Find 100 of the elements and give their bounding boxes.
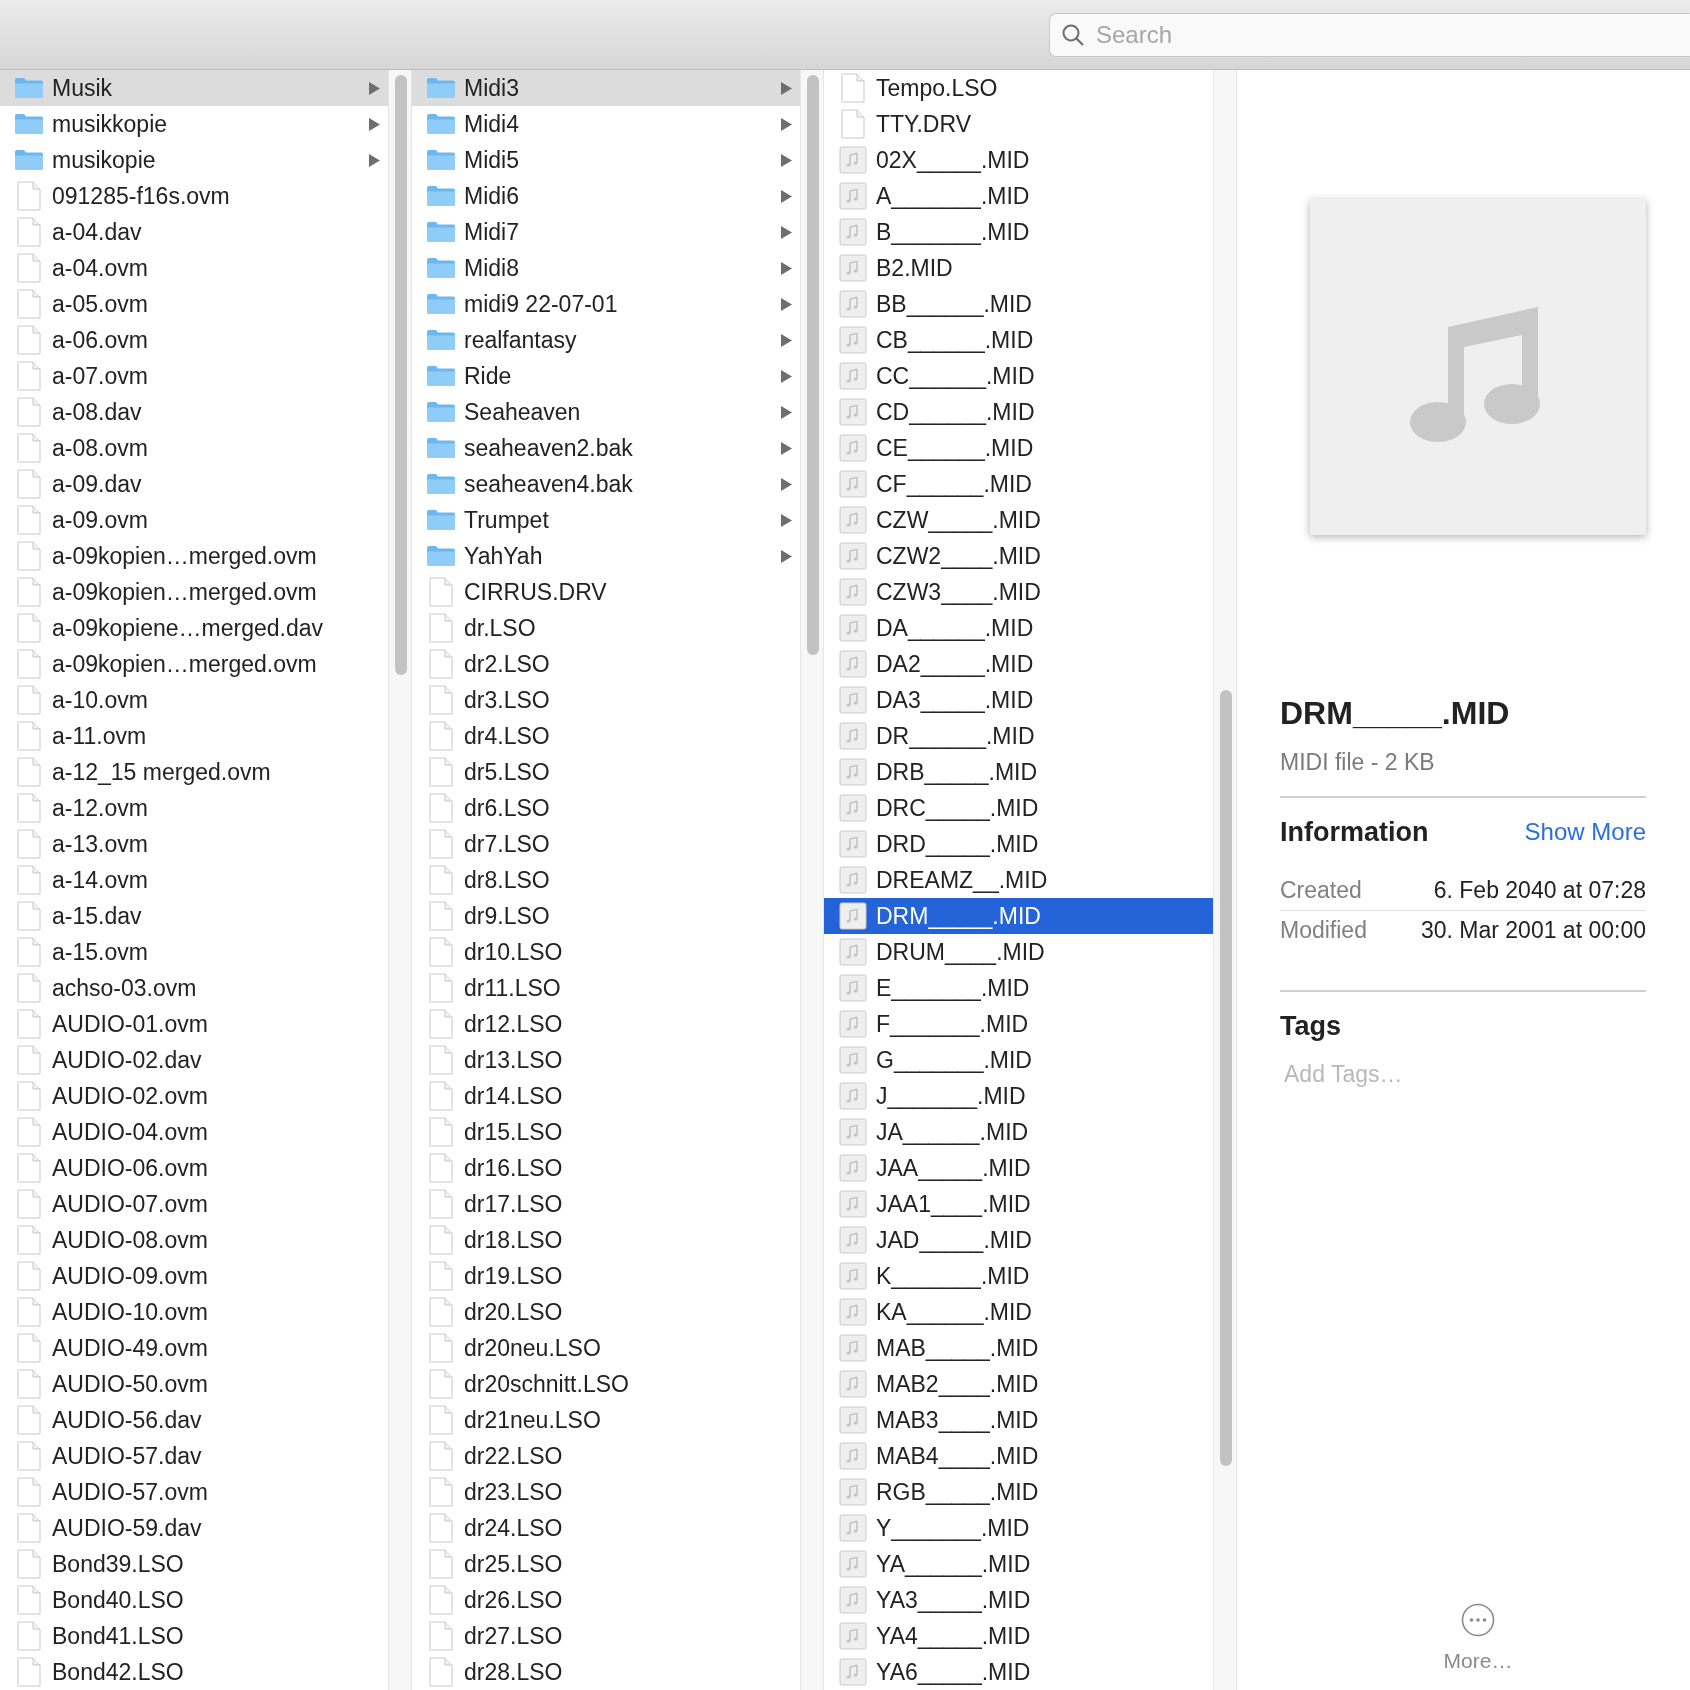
- file-list-item[interactable]: dr4.LSO: [412, 718, 800, 754]
- file-list-item[interactable]: CZW_____.MID: [824, 502, 1213, 538]
- file-list-item[interactable]: CE______.MID: [824, 430, 1213, 466]
- file-list-item[interactable]: CB______.MID: [824, 322, 1213, 358]
- file-list-item[interactable]: dr16.LSO: [412, 1150, 800, 1186]
- file-list-item[interactable]: YA6_____.MID: [824, 1654, 1213, 1690]
- file-list-item[interactable]: dr6.LSO: [412, 790, 800, 826]
- file-list-item[interactable]: a-09.ovm: [0, 502, 388, 538]
- file-list-item[interactable]: MAB3____.MID: [824, 1402, 1213, 1438]
- file-list-item[interactable]: dr20.LSO: [412, 1294, 800, 1330]
- file-list-item[interactable]: a-09kopien…merged.ovm: [0, 538, 388, 574]
- file-list-item[interactable]: AUDIO-01.ovm: [0, 1006, 388, 1042]
- file-list-item[interactable]: dr20schnitt.LSO: [412, 1366, 800, 1402]
- file-list-item[interactable]: dr18.LSO: [412, 1222, 800, 1258]
- file-list-item[interactable]: a-08.ovm: [0, 430, 388, 466]
- file-list-item[interactable]: dr19.LSO: [412, 1258, 800, 1294]
- file-list-item[interactable]: TTY.DRV: [824, 106, 1213, 142]
- file-list-item[interactable]: AUDIO-50.ovm: [0, 1366, 388, 1402]
- file-list-item[interactable]: DRC_____.MID: [824, 790, 1213, 826]
- file-list-item[interactable]: dr24.LSO: [412, 1510, 800, 1546]
- file-list-item[interactable]: CZW2____.MID: [824, 538, 1213, 574]
- file-list-item[interactable]: a-09kopien…merged.ovm: [0, 646, 388, 682]
- file-list-item[interactable]: Midi5: [412, 142, 800, 178]
- file-list-item[interactable]: AUDIO-02.ovm: [0, 1078, 388, 1114]
- scrollbar-thumb[interactable]: [395, 75, 407, 675]
- file-list-item[interactable]: J_______.MID: [824, 1078, 1213, 1114]
- file-list-item[interactable]: Midi6: [412, 178, 800, 214]
- file-list-item[interactable]: Midi4: [412, 106, 800, 142]
- file-list-item[interactable]: Bond41.LSO: [0, 1618, 388, 1654]
- file-list-item[interactable]: Trumpet: [412, 502, 800, 538]
- file-list-item[interactable]: AUDIO-06.ovm: [0, 1150, 388, 1186]
- file-list-item[interactable]: MAB_____.MID: [824, 1330, 1213, 1366]
- file-list-item[interactable]: DRM_____.MID: [824, 898, 1213, 934]
- file-list-item[interactable]: a-09kopien…merged.ovm: [0, 574, 388, 610]
- file-list-item[interactable]: dr22.LSO: [412, 1438, 800, 1474]
- file-list-item[interactable]: AUDIO-08.ovm: [0, 1222, 388, 1258]
- file-list-item[interactable]: Midi7: [412, 214, 800, 250]
- file-list-item[interactable]: Bond39.LSO: [0, 1546, 388, 1582]
- file-list-item[interactable]: AUDIO-04.ovm: [0, 1114, 388, 1150]
- file-list-item[interactable]: AUDIO-07.ovm: [0, 1186, 388, 1222]
- file-list-item[interactable]: JAD_____.MID: [824, 1222, 1213, 1258]
- file-list-item[interactable]: dr7.LSO: [412, 826, 800, 862]
- file-list-item[interactable]: Bond42.LSO: [0, 1654, 388, 1690]
- file-list-item[interactable]: DA2_____.MID: [824, 646, 1213, 682]
- file-list-item[interactable]: DA______.MID: [824, 610, 1213, 646]
- file-list-item[interactable]: a-04.ovm: [0, 250, 388, 286]
- file-list-item[interactable]: a-13.ovm: [0, 826, 388, 862]
- scrollbar-thumb[interactable]: [1220, 690, 1232, 1466]
- file-list-item[interactable]: CIRRUS.DRV: [412, 574, 800, 610]
- search-field[interactable]: Search: [1049, 12, 1690, 57]
- file-list-item[interactable]: a-10.ovm: [0, 682, 388, 718]
- file-list-item[interactable]: CZW3____.MID: [824, 574, 1213, 610]
- file-list-item[interactable]: musikopie: [0, 142, 388, 178]
- show-more-link[interactable]: Show More: [1524, 813, 1646, 850]
- file-list-item[interactable]: Ride: [412, 358, 800, 394]
- file-list-item[interactable]: dr8.LSO: [412, 862, 800, 898]
- file-list-item[interactable]: Midi3: [412, 70, 800, 106]
- file-list-item[interactable]: a-12_15 merged.ovm: [0, 754, 388, 790]
- file-list-item[interactable]: MAB4____.MID: [824, 1438, 1213, 1474]
- file-list-item[interactable]: achso-03.ovm: [0, 970, 388, 1006]
- file-list-item[interactable]: dr9.LSO: [412, 898, 800, 934]
- file-list-item[interactable]: a-04.dav: [0, 214, 388, 250]
- file-list-item[interactable]: dr3.LSO: [412, 682, 800, 718]
- file-list-item[interactable]: dr10.LSO: [412, 934, 800, 970]
- file-list-item[interactable]: dr21neu.LSO: [412, 1402, 800, 1438]
- file-list-item[interactable]: AUDIO-10.ovm: [0, 1294, 388, 1330]
- file-list-item[interactable]: AUDIO-59.dav: [0, 1510, 388, 1546]
- file-list-item[interactable]: CC______.MID: [824, 358, 1213, 394]
- file-list-item[interactable]: Seaheaven: [412, 394, 800, 430]
- file-list-item[interactable]: dr17.LSO: [412, 1186, 800, 1222]
- file-list-item[interactable]: a-09.dav: [0, 466, 388, 502]
- file-list-item[interactable]: AUDIO-57.ovm: [0, 1474, 388, 1510]
- file-list-item[interactable]: dr27.LSO: [412, 1618, 800, 1654]
- file-list-item[interactable]: YA______.MID: [824, 1546, 1213, 1582]
- file-list-item[interactable]: K_______.MID: [824, 1258, 1213, 1294]
- file-list-item[interactable]: 091285-f16s.ovm: [0, 178, 388, 214]
- file-list-item[interactable]: AUDIO-56.dav: [0, 1402, 388, 1438]
- file-list-item[interactable]: B2.MID: [824, 250, 1213, 286]
- file-list-item[interactable]: E_______.MID: [824, 970, 1213, 1006]
- file-list-item[interactable]: RGB_____.MID: [824, 1474, 1213, 1510]
- file-list-item[interactable]: seaheaven4.bak: [412, 466, 800, 502]
- file-list-item[interactable]: midi9 22-07-01: [412, 286, 800, 322]
- file-list-item[interactable]: a-06.ovm: [0, 322, 388, 358]
- scrollbar-thumb[interactable]: [807, 75, 819, 655]
- file-list-item[interactable]: a-15.ovm: [0, 934, 388, 970]
- tags-field[interactable]: Add Tags…: [1284, 1056, 1544, 1091]
- file-list-item[interactable]: a-09kopiene…merged.dav: [0, 610, 388, 646]
- file-list-item[interactable]: seaheaven2.bak: [412, 430, 800, 466]
- file-list-item[interactable]: AUDIO-49.ovm: [0, 1330, 388, 1366]
- file-list-item[interactable]: BB______.MID: [824, 286, 1213, 322]
- file-list-item[interactable]: DRUM____.MID: [824, 934, 1213, 970]
- file-list-item[interactable]: dr13.LSO: [412, 1042, 800, 1078]
- file-list-item[interactable]: a-14.ovm: [0, 862, 388, 898]
- file-list-item[interactable]: dr14.LSO: [412, 1078, 800, 1114]
- file-list-item[interactable]: dr28.LSO: [412, 1654, 800, 1690]
- file-list-item[interactable]: DRB_____.MID: [824, 754, 1213, 790]
- file-list-item[interactable]: DREAMZ__.MID: [824, 862, 1213, 898]
- file-list-item[interactable]: dr5.LSO: [412, 754, 800, 790]
- file-list-item[interactable]: CD______.MID: [824, 394, 1213, 430]
- file-list-item[interactable]: YA4_____.MID: [824, 1618, 1213, 1654]
